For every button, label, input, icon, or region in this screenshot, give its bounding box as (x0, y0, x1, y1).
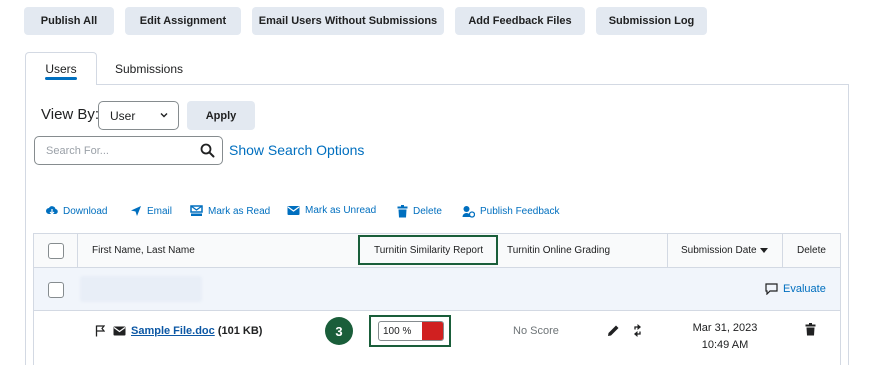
column-divider (782, 234, 783, 267)
email-users-button[interactable]: Email Users Without Submissions (252, 7, 444, 35)
grading-score: No Score (513, 325, 559, 337)
file-link[interactable]: Sample File.doc (131, 325, 215, 337)
submission-date: Mar 31, 2023 10:49 AM (680, 320, 770, 354)
sort-down-icon (759, 247, 768, 253)
trash-icon[interactable] (805, 323, 816, 336)
search-input[interactable]: Search For... (34, 136, 223, 165)
column-header-name[interactable]: First Name, Last Name (92, 245, 195, 256)
trash-icon (397, 205, 408, 218)
download-label: Download (63, 205, 108, 217)
tab-submissions-label: Submissions (114, 61, 184, 76)
show-search-options-link[interactable]: Show Search Options (229, 142, 364, 158)
file-entry: Sample File.doc (101 KB) (131, 325, 262, 337)
email-action[interactable]: Email (130, 205, 172, 217)
submission-log-button[interactable]: Submission Log (596, 7, 707, 35)
column-header-date[interactable]: Submission Date (681, 245, 768, 256)
edit-assignment-button[interactable]: Edit Assignment (125, 7, 241, 35)
pencil-icon[interactable] (607, 324, 620, 337)
select-all-checkbox[interactable] (48, 243, 64, 259)
column-header-grading: Turnitin Online Grading (507, 245, 611, 256)
similarity-score-button[interactable]: 100 % (378, 321, 444, 341)
step-callout-badge: 3 (325, 317, 353, 345)
view-by-select[interactable]: User (98, 101, 179, 130)
mark-as-unread-label: Mark as Unread (305, 205, 377, 216)
view-by-value: User (110, 108, 136, 123)
row-checkbox[interactable] (48, 282, 64, 298)
column-divider (667, 234, 668, 267)
tab-submissions[interactable]: Submissions (108, 52, 190, 85)
delete-action[interactable]: Delete (397, 205, 442, 218)
file-size: (101 KB) (217, 325, 263, 337)
email-label: Email (147, 205, 173, 217)
search-icon[interactable] (200, 143, 215, 158)
view-by-label: View By: (41, 106, 100, 123)
mark-as-read-label: Mark as Read (208, 205, 271, 217)
mark-as-read-action[interactable]: Mark as Read (190, 205, 270, 217)
add-feedback-files-button[interactable]: Add Feedback Files (455, 7, 585, 35)
flag-icon[interactable] (95, 325, 105, 337)
comment-icon (765, 283, 778, 295)
envelope-icon (113, 326, 126, 336)
user-name-redacted (80, 276, 202, 302)
column-header-date-label: Submission Date (681, 245, 757, 256)
publish-feedback-action[interactable]: Publish Feedback (462, 205, 560, 218)
submission-date-time: 10:49 AM (701, 339, 749, 351)
similarity-score-value: 100 % (383, 325, 412, 337)
tab-users[interactable]: Users (25, 52, 97, 85)
apply-button[interactable]: Apply (187, 101, 255, 130)
tab-users-label: Users (45, 62, 77, 76)
column-header-delete: Delete (797, 245, 826, 256)
publish-feedback-icon (462, 206, 475, 218)
sync-icon[interactable] (632, 323, 643, 338)
submission-date-day: Mar 31, 2023 (692, 322, 758, 334)
download-icon (46, 206, 58, 215)
send-icon (131, 206, 141, 216)
publish-all-button[interactable]: Publish All (24, 7, 114, 35)
active-tab-indicator (45, 77, 77, 80)
evaluate-label: Evaluate (783, 283, 826, 295)
chevron-down-icon (160, 113, 168, 118)
evaluate-link[interactable]: Evaluate (765, 283, 826, 295)
delete-label: Delete (413, 206, 442, 217)
envelope-icon (287, 206, 300, 215)
mark-as-unread-action[interactable]: Mark as Unread (287, 205, 376, 216)
column-divider (77, 234, 78, 267)
column-header-similarity: Turnitin Similarity Report (374, 245, 484, 256)
download-action[interactable]: Download (46, 205, 107, 217)
search-placeholder: Search For... (46, 145, 109, 157)
mark-read-icon (190, 205, 203, 216)
similarity-score-bar (422, 322, 443, 340)
publish-feedback-label: Publish Feedback (480, 206, 560, 217)
